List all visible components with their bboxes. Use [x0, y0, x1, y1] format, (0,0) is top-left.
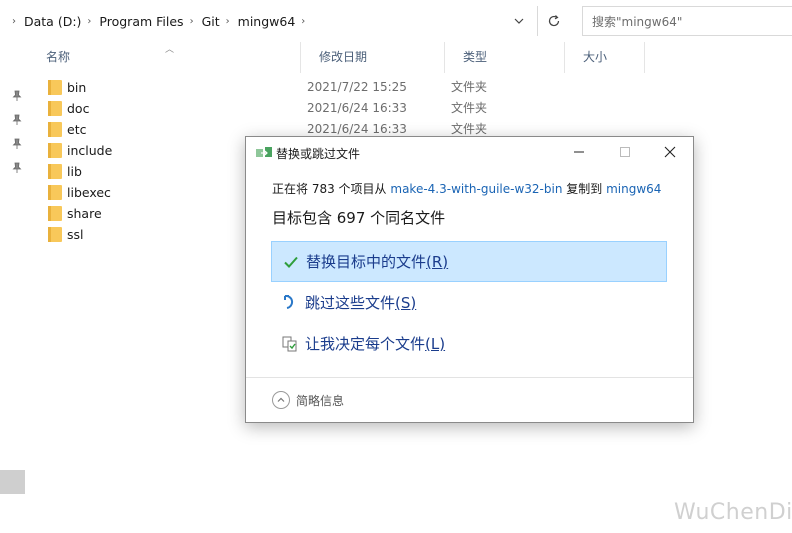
file-name: ssl [67, 227, 84, 242]
search-input[interactable]: 搜索"mingw64" [582, 6, 792, 36]
less-details-label: 简略信息 [296, 393, 345, 408]
column-divider [644, 42, 663, 73]
compare-icon [281, 335, 299, 353]
check-icon [282, 253, 300, 271]
folder-icon [48, 164, 62, 179]
breadcrumb-mingw64[interactable]: mingw64 [238, 14, 296, 29]
chevron-right-icon[interactable]: › [226, 16, 230, 27]
folder-icon [48, 206, 62, 221]
file-type: 文件夹 [451, 80, 488, 94]
chevron-right-icon[interactable]: › [87, 16, 91, 27]
refresh-button[interactable] [537, 6, 569, 36]
file-name: bin [67, 80, 87, 95]
chevron-right-icon: › [12, 15, 16, 27]
breadcrumb-program-files[interactable]: Program Files [99, 14, 183, 29]
decide-each-file-option[interactable]: 让我决定每个文件 (L) [271, 323, 667, 364]
chevron-right-icon[interactable]: › [190, 16, 194, 27]
pin-icon[interactable] [11, 162, 23, 174]
file-name: include [67, 143, 113, 158]
maximize-icon [620, 147, 630, 157]
column-name[interactable]: 名称 [28, 42, 300, 73]
folder-icon [48, 185, 62, 200]
nav-selected-item[interactable] [0, 470, 25, 494]
list-item[interactable]: doc 2021/6/24 16:33 文件夹 [28, 98, 792, 119]
less-details-toggle[interactable]: 简略信息 [272, 391, 344, 409]
folder-icon [48, 143, 62, 158]
dialog-title-bar[interactable]: 替换或跳过文件 [246, 137, 693, 167]
watermark: WuChenDi [674, 500, 792, 525]
dialog-divider [246, 377, 693, 378]
folder-icon [48, 101, 62, 116]
navigation-pane [0, 42, 28, 533]
file-type: 文件夹 [451, 101, 488, 115]
chevron-up-icon [272, 391, 290, 409]
folder-icon [48, 80, 62, 95]
source-folder-link[interactable]: make-4.3-with-guile-w32-bin [390, 182, 562, 196]
chevron-down-icon [514, 18, 524, 24]
column-header: ︿ 名称 修改日期 类型 大小 [28, 42, 792, 73]
folder-icon [48, 227, 62, 242]
file-name: share [67, 206, 102, 221]
conflict-headline: 目标包含 697 个同名文件 [272, 209, 446, 227]
column-size-label: 大小 [583, 50, 608, 64]
skip-icon [281, 294, 299, 312]
copy-progress-text: 正在将 783 个项目从 make-4.3-with-guile-w32-bin… [272, 180, 661, 197]
option-label: 让我决定每个文件 [305, 335, 426, 353]
minimize-button[interactable] [556, 137, 602, 167]
file-date: 2021/7/22 15:25 [307, 80, 407, 94]
option-shortcut: (R) [426, 252, 449, 271]
file-name: etc [67, 122, 87, 137]
skip-files-option[interactable]: 跳过这些文件 (S) [271, 282, 667, 323]
column-date[interactable]: 修改日期 [300, 42, 444, 73]
option-shortcut: (L) [425, 334, 446, 353]
column-type[interactable]: 类型 [444, 42, 564, 73]
minimize-icon [574, 151, 584, 153]
chevron-right-icon[interactable]: › [301, 16, 305, 27]
file-name: lib [67, 164, 82, 179]
pin-icon[interactable] [11, 114, 23, 126]
replace-or-skip-dialog: 替换或跳过文件 正在将 783 个项目从 make-4.3-with-guile… [245, 136, 694, 423]
close-button[interactable] [647, 137, 693, 167]
dialog-title: 替换或跳过文件 [276, 147, 361, 161]
file-date: 2021/6/24 16:33 [307, 101, 407, 115]
address-history-dropdown[interactable] [510, 12, 528, 30]
column-size[interactable]: 大小 [564, 42, 644, 73]
option-label: 替换目标中的文件 [306, 253, 427, 271]
option-label: 跳过这些文件 [305, 294, 396, 312]
address-bar: › Data (D:) › Program Files › Git › ming… [0, 0, 792, 42]
column-type-label: 类型 [463, 50, 488, 64]
list-item[interactable]: bin 2021/7/22 15:25 文件夹 [28, 77, 792, 98]
copy-to-label: 复制到 [566, 182, 603, 196]
column-name-label: 名称 [46, 50, 71, 64]
maximize-button [602, 137, 648, 167]
column-date-label: 修改日期 [319, 50, 368, 64]
file-name: libexec [67, 185, 111, 200]
option-shortcut: (S) [395, 293, 417, 312]
progress-prefix: 正在将 783 个项目从 [272, 182, 387, 196]
breadcrumb: › Data (D:) › Program Files › Git › ming… [0, 7, 535, 35]
pin-icon[interactable] [11, 138, 23, 150]
file-transfer-icon [256, 147, 272, 157]
folder-icon [48, 122, 62, 137]
breadcrumb-data-drive[interactable]: Data (D:) [24, 14, 81, 29]
refresh-icon [548, 15, 559, 27]
replace-files-option[interactable]: 替换目标中的文件 (R) [271, 241, 667, 282]
breadcrumb-git[interactable]: Git [202, 14, 220, 29]
pin-icon[interactable] [11, 90, 23, 102]
file-name: doc [67, 101, 90, 116]
close-icon [664, 146, 676, 158]
destination-folder-link[interactable]: mingw64 [606, 182, 661, 196]
